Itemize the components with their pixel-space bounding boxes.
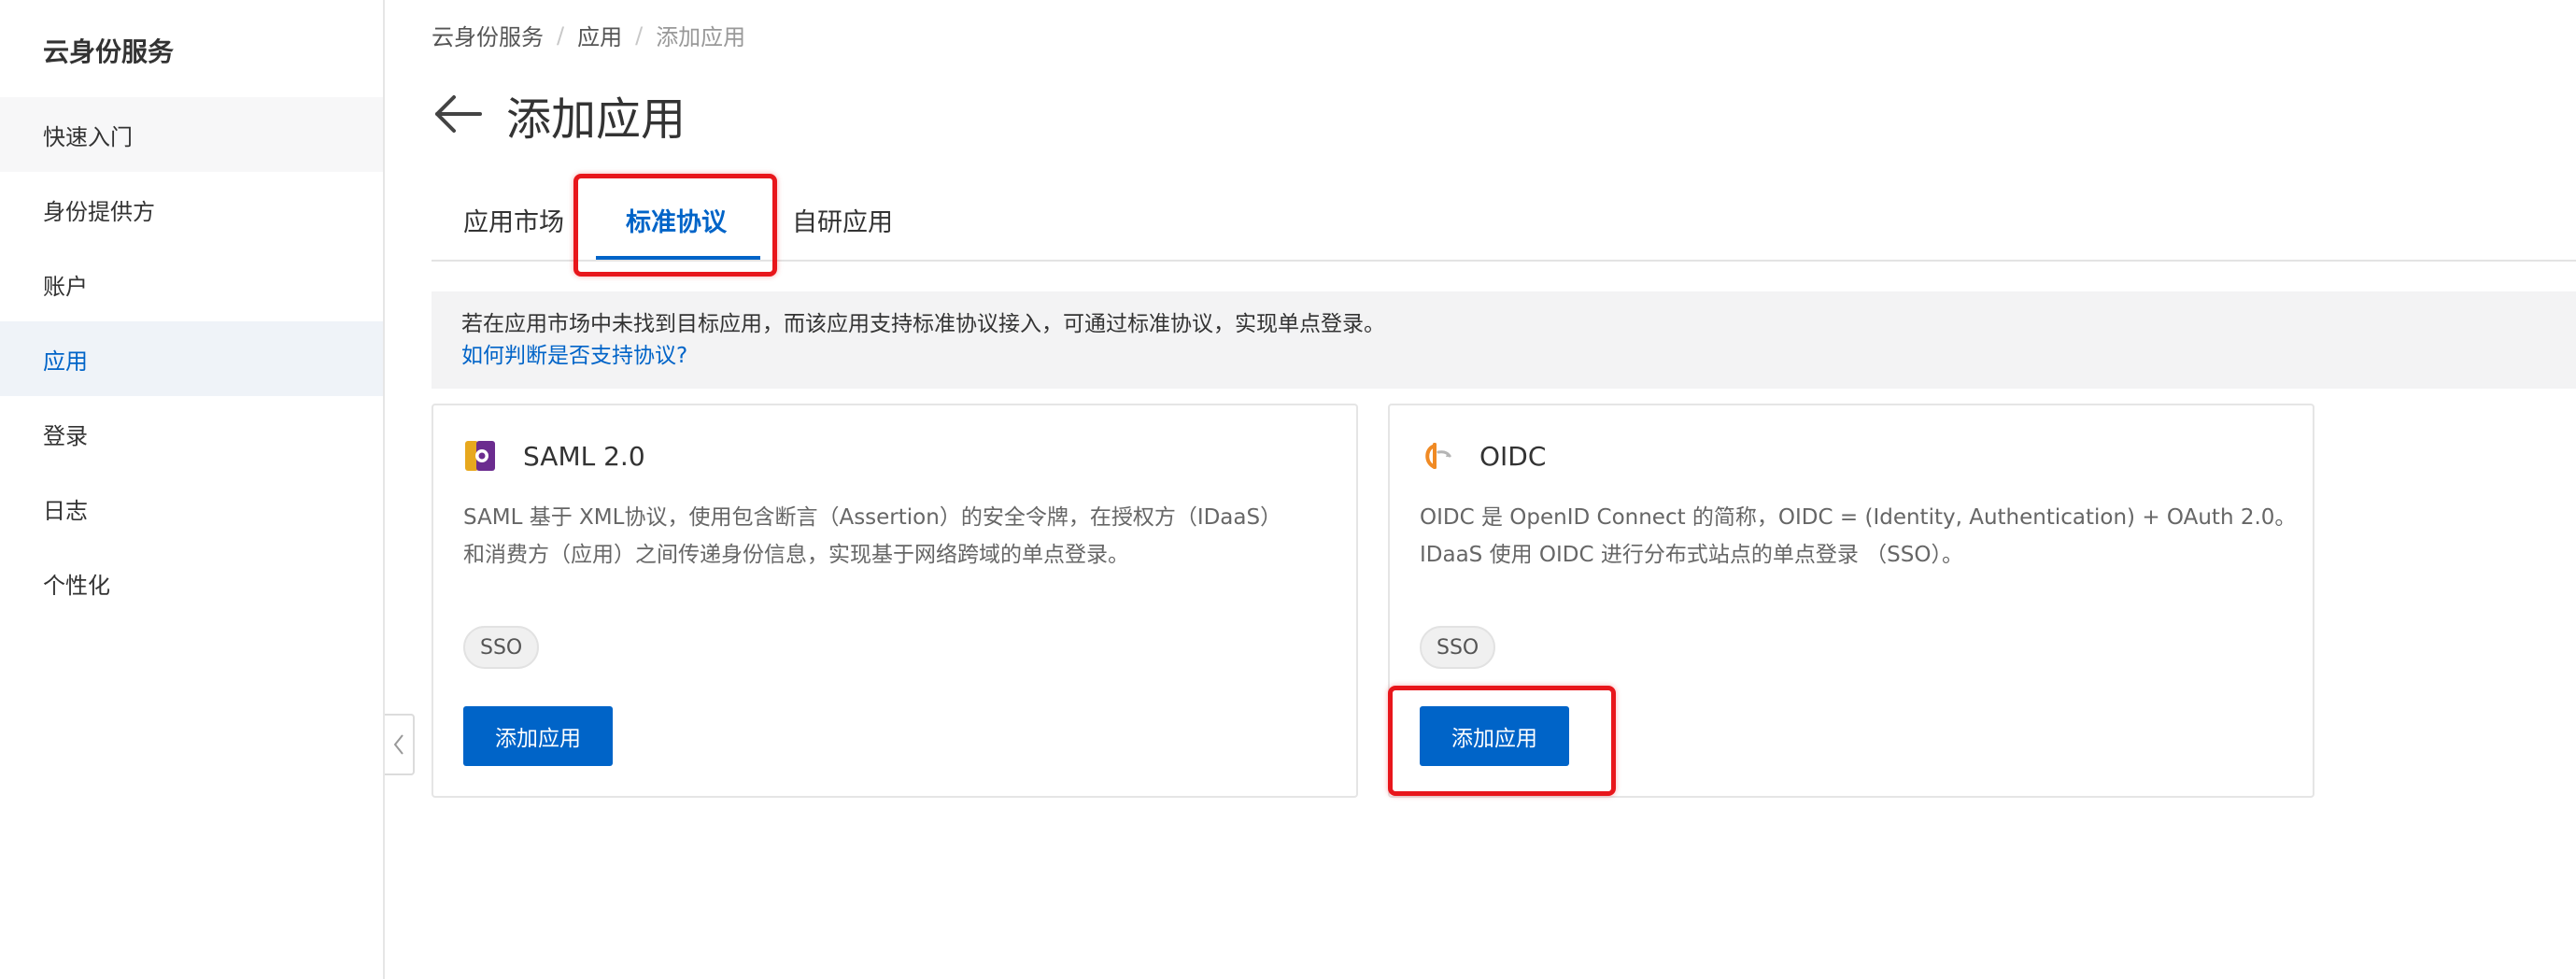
sidebar: 云身份服务 快速入门 身份提供方 账户 应用 登录 日志 个性化 <box>0 0 385 979</box>
sidebar-title: 云身份服务 <box>43 36 175 67</box>
arrow-left-icon <box>435 95 482 133</box>
card-title: SAML 2.0 <box>523 441 645 472</box>
tab-app-market[interactable]: 应用市场 <box>463 202 564 262</box>
sidebar-item-logs[interactable]: 日志 <box>0 471 383 546</box>
breadcrumb-separator: / <box>557 21 565 49</box>
sidebar-item-personalization[interactable]: 个性化 <box>0 546 383 620</box>
sidebar-item-accounts[interactable]: 账户 <box>0 247 383 321</box>
sso-tag: SSO <box>463 626 540 669</box>
card-description: SAML 基于 XML协议，使用包含断言（Assertion）的安全令牌，在授权… <box>463 499 1341 574</box>
oidc-logo-icon <box>1420 439 1453 473</box>
page-title: 添加应用 <box>506 93 686 146</box>
tab-bar: 应用市场 标准协议 自研应用 <box>432 177 2576 262</box>
card-description-line: SAML 基于 XML协议，使用包含断言（Assertion）的安全令牌，在授权… <box>463 505 1282 530</box>
breadcrumb-separator: / <box>635 21 644 49</box>
breadcrumb: 云身份服务 / 应用 / 添加应用 <box>432 19 745 51</box>
tab-custom-app[interactable]: 自研应用 <box>792 202 893 262</box>
breadcrumb-item-applications[interactable]: 应用 <box>577 19 622 51</box>
protocol-card-saml: SAML 2.0 SAML 基于 XML协议，使用包含断言（Assertion）… <box>432 404 1358 798</box>
card-description-line: IDaaS 使用 OIDC 进行分布式站点的单点登录 （SSO）。 <box>1420 543 1963 567</box>
card-description-line: 和消费方（应用）之间传递身份信息，实现基于网络跨域的单点登录。 <box>463 543 1129 567</box>
back-button[interactable] <box>432 88 484 140</box>
notice-text: 若在应用市场中未找到目标应用，而该应用支持标准协议接入，可通过标准协议，实现单点… <box>461 312 1385 336</box>
sso-tag: SSO <box>1420 626 1496 669</box>
sidebar-item-quickstart[interactable]: 快速入门 <box>0 97 383 172</box>
card-description-line: OIDC 是 OpenID Connect 的简称，OIDC = (Identi… <box>1420 505 2297 530</box>
sidebar-item-applications[interactable]: 应用 <box>0 321 383 396</box>
protocol-help-link[interactable]: 如何判断是否支持协议? <box>461 340 2546 372</box>
add-saml-app-button[interactable]: 添加应用 <box>463 706 613 766</box>
active-tab-indicator <box>596 256 760 260</box>
sidebar-item-identity-provider[interactable]: 身份提供方 <box>0 172 383 247</box>
sidebar-item-login[interactable]: 登录 <box>0 396 383 471</box>
breadcrumb-item-current: 添加应用 <box>656 24 746 50</box>
breadcrumb-item-cloud-identity[interactable]: 云身份服务 <box>432 19 544 51</box>
card-title: OIDC <box>1479 441 1547 472</box>
add-oidc-app-button[interactable]: 添加应用 <box>1420 706 1569 766</box>
card-description: OIDC 是 OpenID Connect 的简称，OIDC = (Identi… <box>1420 499 2298 574</box>
saml-logo-icon <box>463 439 497 473</box>
info-notice: 若在应用市场中未找到目标应用，而该应用支持标准协议接入，可通过标准协议，实现单点… <box>432 291 2576 389</box>
tab-standard-protocol[interactable]: 标准协议 <box>626 202 727 262</box>
protocol-card-oidc: OIDC OIDC 是 OpenID Connect 的简称，OIDC = (I… <box>1388 404 2314 798</box>
chevron-left-icon <box>393 734 403 755</box>
sidebar-collapse-button[interactable] <box>385 714 415 775</box>
